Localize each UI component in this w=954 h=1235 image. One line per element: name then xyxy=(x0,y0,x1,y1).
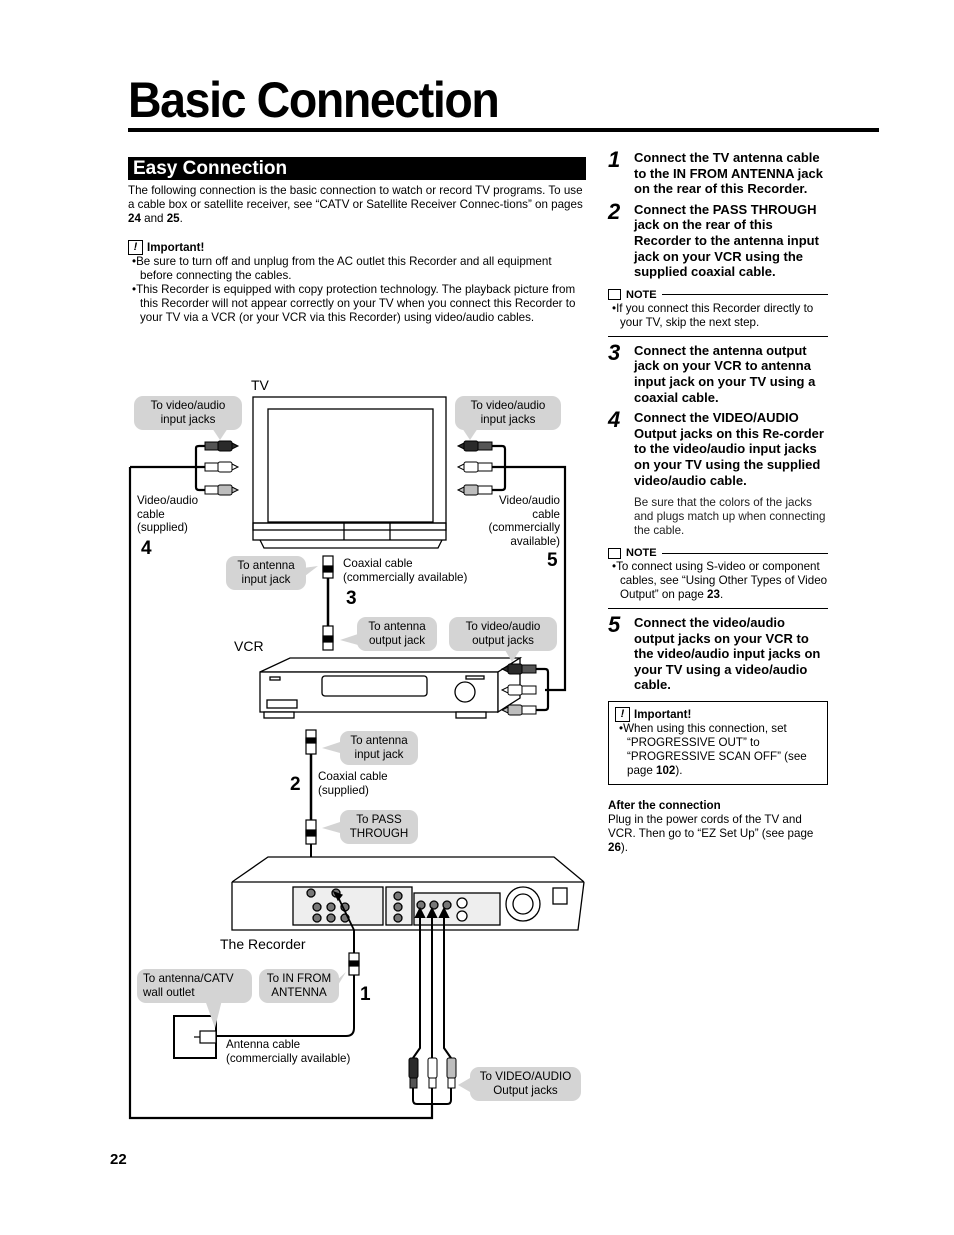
page-ref-23: 23 xyxy=(707,588,720,602)
note-rule xyxy=(661,552,828,554)
note-heading: NOTE xyxy=(608,288,828,302)
note-1: NOTE •If you connect this Recorder direc… xyxy=(608,288,828,330)
label-cable-left: Video/audio cable (supplied) xyxy=(137,494,199,534)
step-4-subtext: Be sure that the colors of the jacks and… xyxy=(634,496,826,538)
diagram-step-4: 4 xyxy=(141,538,152,559)
step-1: 1 Connect the TV antenna cable to the IN… xyxy=(608,147,828,197)
note-bullet: •If you connect this Recorder directly t… xyxy=(612,301,814,329)
label-coax-top: Coaxial cable (commercially available) xyxy=(343,557,468,584)
important-bullet: •When using this connection, set “PROGRE… xyxy=(619,722,807,778)
important-box-right: ! Important! •When using this connection… xyxy=(608,701,828,786)
after-connection: After the connection Plug in the power c… xyxy=(608,799,828,855)
recorder-label: The Recorder xyxy=(220,936,306,952)
step-4: 4 Connect the VIDEO/AUDIO Output jacks o… xyxy=(608,407,828,488)
label-coax-mid: Coaxial cable (supplied) xyxy=(318,770,388,797)
step-2: 2 Connect the PASS THROUGH jack on the r… xyxy=(608,198,828,280)
divider xyxy=(608,335,828,337)
av-plugs-tv-right xyxy=(456,440,493,496)
step-text: Connect the antenna output jack on your … xyxy=(634,342,816,405)
coax-cable-3 xyxy=(322,555,334,651)
important-label: Important! xyxy=(634,707,692,721)
tv-device xyxy=(252,396,447,549)
important-text: When using this connection, set “PROGRES… xyxy=(623,722,807,778)
step-number: 2 xyxy=(608,198,621,224)
step-3: 3 Connect the antenna output jack on you… xyxy=(608,339,828,405)
step-text: Connect the VIDEO/AUDIO Output jacks on … xyxy=(634,410,824,488)
tv-label: TV xyxy=(251,377,269,393)
callout-tv-right-input: To video/audio input jacks xyxy=(455,396,561,430)
diagram-step-1: 1 xyxy=(360,984,371,1005)
after-text: Plug in the power cords of the TV and VC… xyxy=(608,813,814,841)
step-number: 3 xyxy=(608,339,621,365)
diagram-step-5: 5 xyxy=(547,550,558,571)
note-label: NOTE xyxy=(626,547,657,560)
vcr-device xyxy=(259,656,523,719)
callout-pass-through: To PASS THROUGH xyxy=(340,810,418,844)
callout-vcr-antenna-output: To antenna output jack xyxy=(357,617,437,651)
diagram-step-2: 2 xyxy=(290,774,301,795)
callout-in-from-antenna: To IN FROM ANTENNA xyxy=(259,969,339,1003)
recorder-device xyxy=(231,856,585,931)
step-5: 5 Connect the video/audio output jacks o… xyxy=(608,612,828,693)
diagram-step-3: 3 xyxy=(346,588,357,609)
note-2: NOTE •To connect using S-video or compon… xyxy=(608,546,828,602)
callout-vcr-antenna-input: To antenna input jack xyxy=(340,731,418,765)
callout-wall-outlet: To antenna/CATV wall outlet xyxy=(137,969,252,1003)
note-icon xyxy=(608,289,621,301)
label-antenna-cable: Antenna cable (commercially available) xyxy=(226,1038,351,1065)
step-text: Connect the TV antenna cable to the IN F… xyxy=(634,150,823,197)
step-number: 1 xyxy=(608,147,621,172)
note-bullet: •To connect using S-video or component c… xyxy=(612,560,828,602)
step-number: 4 xyxy=(608,407,621,433)
step-text: Connect the video/audio output jacks on … xyxy=(634,615,821,693)
steps-column: 1 Connect the TV antenna cable to the IN… xyxy=(608,147,828,855)
after-heading: After the connection xyxy=(608,799,721,813)
divider xyxy=(608,608,828,610)
page-ref-102: 102 xyxy=(656,764,676,778)
step-number: 5 xyxy=(608,612,621,638)
note-rule xyxy=(661,294,828,296)
av-plugs-tv-left xyxy=(204,440,240,496)
step-text: Connect the PASS THROUGH jack on the rea… xyxy=(634,201,819,280)
important-heading: ! Important! xyxy=(615,707,821,723)
vcr-label: VCR xyxy=(234,638,264,654)
av-plugs-vcr xyxy=(500,663,537,716)
note-text: To connect using S-video or component ca… xyxy=(616,560,828,602)
page-ref-26: 26 xyxy=(608,841,621,855)
av-plugs-recorder xyxy=(408,1057,457,1089)
callout-tv-antenna-input: To antenna input jack xyxy=(226,556,306,590)
page-number: 22 xyxy=(110,1151,127,1168)
note-icon xyxy=(608,547,621,559)
note-label: NOTE xyxy=(626,288,657,301)
callout-rec-av-output: To VIDEO/AUDIO Output jacks xyxy=(470,1067,581,1101)
note-text: If you connect this Recorder directly to… xyxy=(616,301,814,329)
callout-tv-left-input: To video/audio input jacks xyxy=(134,396,242,430)
exclamation-icon: ! xyxy=(615,707,630,723)
label-cable-right: Video/audio cable (commercially availabl… xyxy=(488,494,561,548)
callout-vcr-av-output: To video/audio output jacks xyxy=(449,617,557,651)
note-heading: NOTE xyxy=(608,546,828,560)
